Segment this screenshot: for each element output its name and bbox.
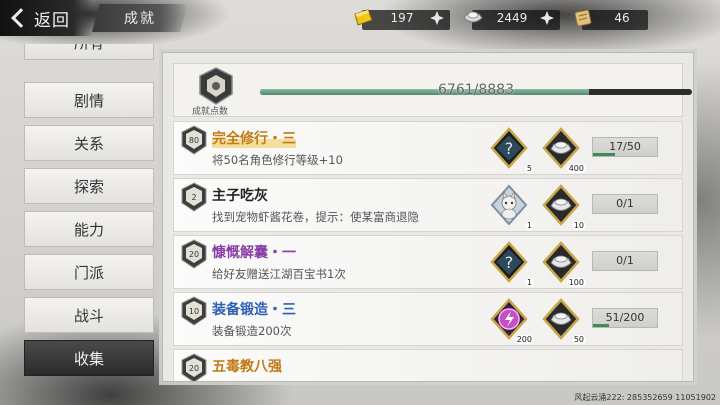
reward-count: 200 bbox=[514, 335, 534, 344]
achievement-badge-icon: 80 bbox=[181, 125, 207, 155]
achievement-points-header: 成就点数 6761/8883 bbox=[173, 63, 692, 117]
watermark-text: 风起云涌222: 285352659 11051902 bbox=[574, 393, 716, 402]
sidebar-item-combat[interactable]: 战斗 bbox=[24, 297, 154, 333]
currency-gold: 197 bbox=[352, 8, 450, 30]
achievement-description: 找到宠物虾酱花卷，提示：使某富商退隐 bbox=[212, 210, 419, 224]
svg-text:20: 20 bbox=[189, 250, 199, 259]
achievement-progress-text: 0/1 bbox=[616, 254, 634, 267]
achievement-progress-text: 0/1 bbox=[616, 197, 634, 210]
svg-text:20: 20 bbox=[189, 364, 199, 373]
achievement-name: 五毒教八强 bbox=[212, 359, 282, 375]
currency-silver: 2449 bbox=[462, 8, 560, 30]
achievement-row[interactable]: 80 完全修行・三将50名角色修行等级+10 ? 5 400 17/50 bbox=[173, 121, 683, 175]
back-label: 返回 bbox=[34, 10, 70, 31]
reward-item[interactable]: 200 bbox=[488, 298, 534, 344]
svg-text:?: ? bbox=[505, 253, 514, 272]
silver-ingot-icon bbox=[542, 298, 580, 340]
achievement-name: 慷慨解囊・一 bbox=[212, 245, 296, 261]
achievement-points-value: 6761/8883 bbox=[438, 82, 514, 98]
achievement-badge-icon: 10 bbox=[181, 296, 207, 326]
sidebar-item-explore[interactable]: 探索 bbox=[24, 168, 154, 204]
svg-text:10: 10 bbox=[189, 307, 199, 316]
sidebar-item-ability[interactable]: 能力 bbox=[24, 211, 154, 247]
back-button[interactable]: 返回 bbox=[0, 0, 92, 36]
achievement-name: 装备锻造・三 bbox=[212, 302, 296, 318]
achievement-progress-fill bbox=[593, 153, 615, 156]
reward-item[interactable]: 50 bbox=[540, 298, 586, 344]
svg-text:?: ? bbox=[505, 139, 514, 158]
cat-pet-icon bbox=[490, 184, 528, 226]
silver-ingot-icon bbox=[542, 127, 580, 169]
achievement-row[interactable]: 10 装备锻造・三 装备锻造200次 200 50 51/200 bbox=[173, 292, 683, 346]
reward-count: 10 bbox=[571, 221, 586, 230]
reward-item[interactable]: 400 bbox=[540, 127, 586, 173]
scroll-value: 46 bbox=[614, 11, 630, 25]
reward-count: 50 bbox=[571, 335, 586, 344]
achievement-progress: 17/50 bbox=[592, 137, 658, 157]
reward-item[interactable]: ? 1 bbox=[488, 241, 534, 287]
achievement-description: 给好友赠送江湖百宝书1次 bbox=[212, 267, 346, 281]
silver-ingot-icon bbox=[542, 184, 580, 226]
silver-ingot-icon bbox=[542, 241, 580, 283]
achievement-row[interactable]: 20 慷慨解囊・一给好友赠送江湖百宝书1次 ? 1 100 0/1 bbox=[173, 235, 683, 289]
add-gold-plus-icon[interactable] bbox=[430, 11, 444, 25]
reward-count: 100 bbox=[566, 278, 586, 287]
category-sidebar: 所有 剧情 关系 探索 能力 门派 战斗 收集 bbox=[20, 44, 162, 380]
achievement-name: 主子吃灰 bbox=[212, 188, 268, 204]
sidebar-item-relations[interactable]: 关系 bbox=[24, 125, 154, 161]
sidebar-item-all[interactable]: 所有 bbox=[24, 44, 154, 60]
achievement-progress-text: 51/200 bbox=[605, 311, 645, 324]
page-title: 成就 bbox=[124, 11, 156, 27]
currency-scroll: 46 bbox=[572, 8, 648, 30]
sidebar-item-collection[interactable]: 收集 bbox=[24, 340, 154, 376]
achievement-progress: 0/1 bbox=[592, 194, 658, 214]
back-arrow-icon bbox=[11, 8, 31, 28]
reward-item[interactable]: 1 bbox=[488, 184, 534, 230]
svg-text:80: 80 bbox=[189, 136, 199, 145]
svg-text:2: 2 bbox=[191, 193, 196, 202]
achievement-row[interactable]: 2 主子吃灰找到宠物虾酱花卷，提示：使某富商退隐 1 10 0/1 bbox=[173, 178, 683, 232]
achievement-points-label: 成就点数 bbox=[192, 107, 229, 117]
gold-value: 197 bbox=[390, 11, 414, 25]
reward-item[interactable]: 10 bbox=[540, 184, 586, 230]
achievement-badge-icon: 2 bbox=[181, 182, 207, 212]
reward-count: 5 bbox=[524, 164, 534, 173]
sidebar-item-story[interactable]: 剧情 bbox=[24, 82, 154, 118]
page-title-plate: 成就 bbox=[92, 4, 188, 32]
achievement-progress: 51/200 bbox=[592, 308, 658, 328]
sidebar-item-sect[interactable]: 门派 bbox=[24, 254, 154, 290]
achievement-progress-text: 17/50 bbox=[609, 140, 641, 153]
silver-value: 2449 bbox=[496, 11, 528, 25]
scroll-icon bbox=[574, 9, 592, 27]
achievement-progress: 0/1 bbox=[592, 251, 658, 271]
achievement-panel: 成就点数 6761/8883 80 完全修行・三将50名角色修行等级+10 ? … bbox=[162, 52, 694, 382]
reward-count: 1 bbox=[524, 221, 534, 230]
achievement-progress-fill bbox=[593, 324, 610, 327]
gold-ingot-icon bbox=[354, 9, 373, 26]
mystery-box-icon: ? bbox=[490, 127, 528, 169]
mystery-box-icon: ? bbox=[490, 241, 528, 283]
reward-count: 1 bbox=[524, 278, 534, 287]
achievement-badge-icon: 20 bbox=[181, 353, 207, 381]
achievement-list: 80 完全修行・三将50名角色修行等级+10 ? 5 400 17/50 2 主… bbox=[173, 121, 683, 381]
achievement-description: 将50名角色修行等级+10 bbox=[212, 153, 343, 167]
currency-bar: 197 2449 46 bbox=[352, 6, 648, 30]
reward-item[interactable]: 100 bbox=[540, 241, 586, 287]
silver-ingot-icon bbox=[463, 11, 483, 23]
forge-stone-icon bbox=[490, 298, 528, 340]
achievement-description: 装备锻造200次 bbox=[212, 324, 292, 338]
add-silver-plus-icon[interactable] bbox=[540, 11, 554, 25]
achievement-points-badge-icon bbox=[199, 67, 233, 105]
achievement-row[interactable]: 20 五毒教八强 bbox=[173, 349, 683, 381]
achievement-name: 完全修行・三 bbox=[212, 128, 296, 148]
reward-count: 400 bbox=[566, 164, 586, 173]
reward-item[interactable]: ? 5 bbox=[488, 127, 534, 173]
achievement-badge-icon: 20 bbox=[181, 239, 207, 269]
